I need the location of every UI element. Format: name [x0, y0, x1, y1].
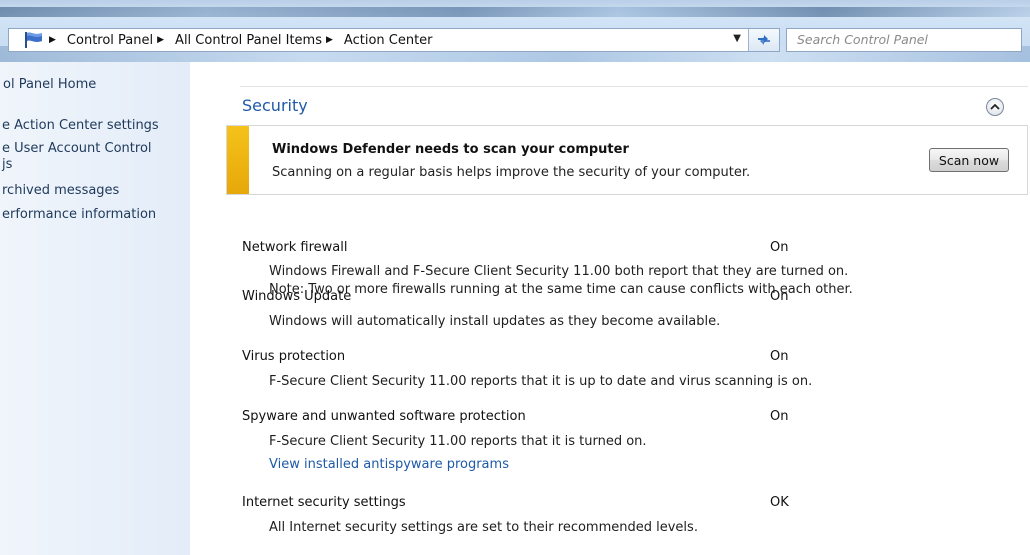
address-bar[interactable]: ▶ Control Panel ▶ All Control Panel Item…	[8, 28, 780, 52]
breadcrumb-all-items[interactable]: All Control Panel Items	[175, 33, 322, 48]
item-status-windows-update: On	[770, 289, 789, 304]
item-name-internet-security: Internet security settings	[242, 495, 406, 510]
item-desc-virus-protection: F-Secure Client Security 11.00 reports t…	[269, 374, 813, 389]
breadcrumb-control-panel[interactable]: Control Panel	[67, 33, 153, 48]
item-desc-network-firewall: Windows Firewall and F-Secure Client Sec…	[269, 264, 849, 279]
search-placeholder: Search Control Panel	[797, 32, 928, 47]
change-uac-settings-link[interactable]: e User Account Control	[2, 141, 152, 156]
item-name-network-firewall: Network firewall	[242, 240, 348, 255]
search-input[interactable]: Search Control Panel	[786, 28, 1022, 52]
security-alert: Windows Defender needs to scan your comp…	[226, 125, 1028, 195]
item-name-virus-protection: Virus protection	[242, 349, 346, 364]
section-title-security[interactable]: Security	[242, 96, 308, 115]
archived-messages-link[interactable]: rchived messages	[2, 183, 119, 198]
alert-severity-stripe	[227, 126, 249, 194]
alert-description: Scanning on a regular basis helps improv…	[272, 165, 751, 180]
view-antispyware-programs-link[interactable]: View installed antispyware programs	[269, 457, 509, 472]
item-name-spyware-protection: Spyware and unwanted software protection	[242, 409, 526, 424]
item-status-internet-security: OK	[770, 495, 789, 510]
control-panel-home-link[interactable]: ol Panel Home	[3, 77, 96, 92]
window-header: ▶ Control Panel ▶ All Control Panel Item…	[0, 0, 1030, 62]
item-note-network-firewall: Note: Two or more firewalls running at t…	[269, 282, 853, 297]
change-action-center-settings-link[interactable]: e Action Center settings	[2, 118, 159, 133]
divider	[240, 86, 1028, 87]
item-desc-internet-security: All Internet security settings are set t…	[269, 520, 698, 535]
item-status-spyware-protection: On	[770, 409, 789, 424]
item-status-virus-protection: On	[770, 349, 789, 364]
performance-information-link[interactable]: erformance information	[2, 207, 156, 222]
breadcrumb-arrow-icon[interactable]: ▶	[326, 35, 333, 45]
refresh-icon[interactable]	[748, 29, 779, 51]
chevron-up-icon[interactable]	[986, 98, 1004, 116]
item-desc-windows-update: Windows will automatically install updat…	[269, 314, 721, 329]
main-content: Security Windows Defender needs to scan …	[190, 62, 1030, 555]
breadcrumb-action-center[interactable]: Action Center	[344, 33, 433, 48]
breadcrumb-arrow-icon[interactable]: ▶	[157, 35, 164, 45]
item-name-windows-update: Windows Update	[242, 289, 352, 304]
item-desc-spyware-protection: F-Secure Client Security 11.00 reports t…	[269, 434, 647, 449]
title-band-shade	[0, 7, 1030, 17]
scan-now-button[interactable]: Scan now	[929, 148, 1009, 172]
change-uac-settings-link-wrap[interactable]: js	[2, 157, 12, 172]
item-status-network-firewall: On	[770, 240, 789, 255]
breadcrumb-arrow-icon[interactable]: ▶	[49, 35, 56, 45]
dropdown-arrow-icon[interactable]: ▼	[733, 33, 741, 44]
alert-title: Windows Defender needs to scan your comp…	[272, 142, 629, 157]
left-nav-pane: ol Panel Home e Action Center settings e…	[0, 62, 190, 555]
flag-icon	[23, 31, 45, 49]
